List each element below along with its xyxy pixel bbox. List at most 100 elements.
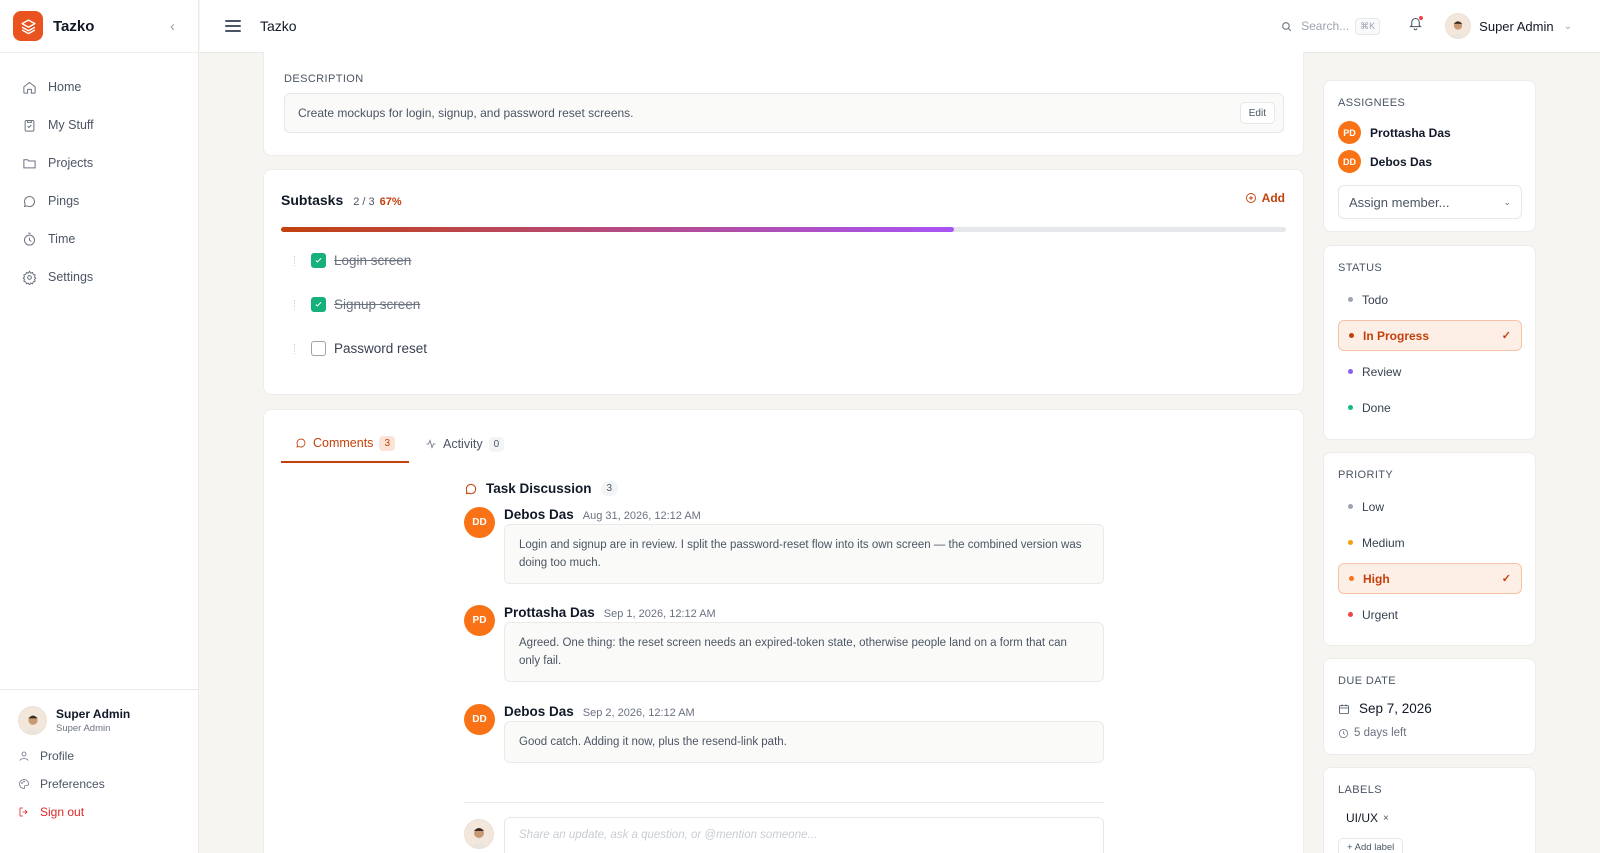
avatar bbox=[464, 819, 494, 849]
add-subtask-button[interactable]: Add bbox=[1245, 191, 1285, 205]
sidebar-item-settings[interactable]: Settings bbox=[0, 258, 198, 296]
menu-icon[interactable] bbox=[225, 17, 241, 34]
sidebar-item-my-stuff[interactable]: My Stuff bbox=[0, 106, 198, 144]
clipboard-icon bbox=[24, 119, 35, 132]
add-subtask-label: Add bbox=[1261, 191, 1285, 205]
check-icon: ✓ bbox=[1501, 573, 1511, 585]
subtask-item[interactable]: Login screen bbox=[294, 253, 411, 268]
topbar: Tazko Search... ⌘K Super Admin ⌄ bbox=[200, 0, 1600, 53]
divider bbox=[464, 802, 1104, 803]
sidebar-footer: Super Admin Super Admin Profile Preferen… bbox=[0, 689, 199, 853]
description-box[interactable]: Create mockups for login, signup, and pa… bbox=[284, 93, 1284, 133]
sidebar-item-pings[interactable]: Pings bbox=[0, 182, 198, 220]
comment-time: Aug 31, 2026, 12:12 AM bbox=[582, 510, 701, 522]
add-label-button[interactable]: + Add label bbox=[1338, 838, 1404, 853]
user-icon bbox=[19, 751, 29, 761]
notifications-button[interactable] bbox=[1408, 15, 1425, 36]
comment-input[interactable]: Share an update, ask a question, or @men… bbox=[504, 817, 1104, 853]
subtask-checkbox[interactable] bbox=[311, 341, 326, 356]
sidebar-item-projects[interactable]: Projects bbox=[0, 144, 198, 182]
labels-label: LABELS bbox=[1338, 784, 1382, 796]
comment-body: Good catch. Adding it now, plus the rese… bbox=[504, 721, 1104, 763]
priority-option-urgent[interactable]: Urgent bbox=[1338, 599, 1522, 630]
priority-dot bbox=[1348, 612, 1353, 617]
due-date-value[interactable]: Sep 7, 2026 bbox=[1338, 701, 1432, 716]
discussion-title: Task Discussion bbox=[486, 481, 592, 496]
drag-handle-icon[interactable] bbox=[294, 299, 298, 310]
assignee[interactable]: PD Prottasha Das bbox=[1338, 121, 1451, 144]
comment-body: Login and signup are in review. I split … bbox=[504, 524, 1104, 584]
comment: PD Prottasha Das Sep 1, 2026, 12:12 AM A… bbox=[464, 605, 1104, 685]
sign-out-link[interactable]: Sign out bbox=[18, 805, 181, 819]
assignees-card: ASSIGNEES PD Prottasha Das DD Debos Das … bbox=[1323, 80, 1536, 232]
sidebar-user-name: Super Admin bbox=[56, 707, 131, 721]
status-option-in-progress[interactable]: In Progress ✓ bbox=[1338, 320, 1522, 351]
check-icon: ✓ bbox=[1501, 330, 1511, 342]
assignee[interactable]: DD Debos Das bbox=[1338, 150, 1432, 173]
priority-option-label: High bbox=[1363, 571, 1390, 586]
comment-avatar: DD bbox=[464, 507, 495, 538]
discussion-count: 3 bbox=[600, 481, 619, 496]
comment-icon bbox=[465, 483, 477, 494]
status-option-done[interactable]: Done bbox=[1338, 392, 1522, 423]
profile-link[interactable]: Profile bbox=[18, 749, 181, 763]
status-dot bbox=[1349, 333, 1354, 338]
app-name: Tazko bbox=[53, 17, 95, 35]
preferences-link[interactable]: Preferences bbox=[18, 777, 181, 791]
collapse-sidebar-icon[interactable]: ‹ bbox=[170, 18, 175, 35]
sidebar-item-home[interactable]: Home bbox=[0, 68, 198, 106]
sidebar-nav: Home My Stuff Projects Pings Time Settin… bbox=[0, 53, 198, 296]
layers-logo-icon[interactable] bbox=[13, 11, 43, 41]
days-left: 5 days left bbox=[1338, 727, 1406, 739]
sidebar-item-time[interactable]: Time bbox=[0, 220, 198, 258]
assignee-name: Debos Das bbox=[1370, 154, 1433, 169]
due-date-card: DUE DATE Sep 7, 2026 5 days left bbox=[1323, 658, 1536, 755]
tab-activity[interactable]: Activity 0 bbox=[425, 425, 505, 463]
tab-comments[interactable]: Comments 3 bbox=[281, 425, 409, 463]
status-option-review[interactable]: Review bbox=[1338, 356, 1522, 387]
subtask-item[interactable]: Signup screen bbox=[294, 297, 420, 312]
sidebar-user-role: Super Admin bbox=[56, 723, 111, 734]
priority-dot bbox=[1348, 540, 1353, 545]
priority-option-label: Medium bbox=[1362, 535, 1405, 550]
subtask-label: Password reset bbox=[334, 341, 428, 356]
calendar-icon bbox=[1339, 704, 1349, 714]
search-icon bbox=[1282, 21, 1292, 31]
discussion-header: Task Discussion 3 bbox=[464, 481, 619, 496]
user-menu[interactable]: Super Admin ⌄ bbox=[1445, 13, 1572, 39]
status-option-label: In Progress bbox=[1363, 328, 1430, 343]
avatar bbox=[18, 706, 47, 735]
sidebar-user[interactable]: Super Admin Super Admin bbox=[18, 706, 181, 735]
priority-option-medium[interactable]: Medium bbox=[1338, 527, 1522, 558]
status-option-label: Review bbox=[1362, 364, 1402, 379]
clock-icon bbox=[1338, 728, 1349, 738]
comment-body: Agreed. One thing: the reset screen need… bbox=[504, 622, 1104, 682]
status-card: STATUS Todo In Progress ✓ Review Done bbox=[1323, 245, 1536, 440]
assignee-name: Prottasha Das bbox=[1370, 125, 1451, 140]
notification-dot bbox=[1418, 15, 1425, 21]
sign-out-label: Sign out bbox=[40, 805, 85, 819]
labels-card: LABELS UI/UX × + Add label bbox=[1323, 767, 1536, 853]
assign-member-placeholder: Assign member... bbox=[1349, 194, 1450, 210]
status-dot bbox=[1348, 369, 1353, 374]
priority-option-low[interactable]: Low bbox=[1338, 491, 1522, 522]
edit-description-button[interactable]: Edit bbox=[1239, 102, 1275, 124]
subtasks-title: Subtasks bbox=[281, 192, 344, 208]
subtask-item[interactable]: Password reset bbox=[294, 341, 427, 356]
sidebar-item-label: Pings bbox=[48, 194, 80, 208]
subtask-checkbox[interactable] bbox=[311, 253, 326, 268]
drag-handle-icon[interactable] bbox=[294, 255, 298, 266]
gear-icon bbox=[22, 269, 37, 285]
tab-activity-count: 0 bbox=[488, 436, 505, 452]
search-placeholder: Search... bbox=[1301, 19, 1350, 33]
priority-option-high[interactable]: High ✓ bbox=[1338, 563, 1522, 594]
subtask-checkbox[interactable] bbox=[311, 297, 326, 312]
sidebar-item-label: Settings bbox=[48, 270, 94, 284]
search-input[interactable]: Search... ⌘K bbox=[1280, 17, 1381, 35]
tab-bar: Comments 3 Activity 0 bbox=[281, 410, 1286, 463]
remove-label-icon[interactable]: × bbox=[1383, 813, 1389, 824]
drag-handle-icon[interactable] bbox=[294, 343, 298, 354]
assign-member-select[interactable]: Assign member... ⌄ bbox=[1338, 185, 1522, 219]
comment-author: Debos Das bbox=[504, 704, 574, 719]
status-option-todo[interactable]: Todo bbox=[1338, 284, 1522, 315]
